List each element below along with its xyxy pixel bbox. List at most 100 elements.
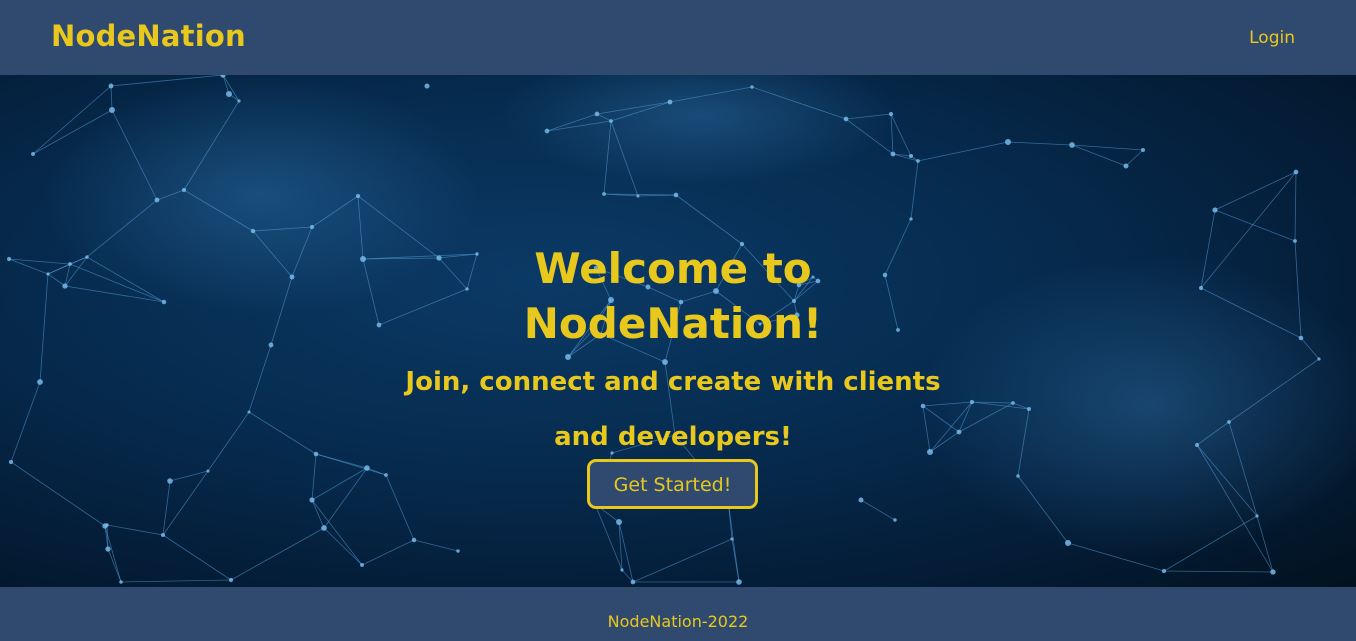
network-link — [884, 274, 899, 331]
navbar: NodeNation Login — [0, 0, 1356, 75]
network-node — [890, 151, 896, 157]
network-link — [107, 548, 122, 583]
network-node — [1293, 169, 1299, 175]
network-node — [268, 342, 274, 348]
network-link — [8, 258, 49, 275]
network-node — [1195, 443, 1199, 447]
network-link — [230, 527, 325, 581]
get-started-button[interactable]: Get Started! — [587, 459, 758, 509]
network-node — [102, 523, 108, 529]
network-node — [68, 262, 72, 266]
network-node — [1198, 285, 1204, 291]
network-node — [313, 451, 319, 457]
network-node — [364, 465, 370, 471]
network-node — [1227, 420, 1231, 424]
network-link — [1294, 171, 1297, 242]
network-link — [311, 453, 317, 501]
network-node — [31, 152, 35, 156]
network-node — [888, 111, 894, 117]
network-node — [376, 322, 382, 328]
network-node — [167, 478, 173, 484]
brand-logo[interactable]: NodeNation — [51, 16, 246, 56]
network-link — [323, 467, 368, 529]
network-node — [882, 272, 888, 278]
network-node — [908, 153, 914, 159]
network-link — [884, 218, 912, 276]
network-node — [436, 255, 442, 261]
network-link — [1007, 141, 1073, 146]
footer: NodeNation-2022 — [0, 587, 1356, 641]
network-node — [309, 224, 315, 230]
network-link — [917, 141, 1009, 162]
network-link — [385, 474, 415, 541]
network-node — [667, 99, 673, 105]
network-node — [160, 532, 166, 538]
network-link — [248, 411, 317, 455]
network-node — [602, 192, 606, 196]
network-node — [109, 107, 115, 113]
network-node — [1011, 401, 1015, 405]
network-node — [6, 256, 12, 262]
network-node — [384, 473, 388, 477]
network-node — [893, 518, 897, 522]
network-node — [250, 228, 256, 234]
network-node — [181, 187, 187, 193]
network-link — [106, 524, 164, 536]
network-link — [207, 411, 250, 472]
network-node — [119, 580, 123, 584]
network-link — [311, 467, 368, 501]
network-link — [378, 288, 468, 326]
network-node — [544, 128, 550, 134]
network-node — [620, 568, 624, 572]
network-node — [228, 577, 234, 583]
login-link[interactable]: Login — [1249, 26, 1295, 50]
network-node — [969, 399, 975, 405]
network-node — [1064, 539, 1072, 547]
network-node — [424, 83, 430, 89]
network-node — [1270, 569, 1276, 575]
network-node — [594, 111, 600, 117]
network-node — [630, 579, 636, 585]
network-node — [154, 197, 160, 203]
network-node — [62, 283, 68, 289]
network-link — [1214, 209, 1296, 242]
network-node — [309, 497, 315, 503]
network-node — [1212, 207, 1218, 213]
network-link — [1214, 171, 1297, 211]
network-node — [750, 85, 754, 89]
network-node — [105, 546, 111, 552]
network-link — [910, 160, 919, 220]
network-node — [206, 469, 210, 473]
network-link — [860, 499, 896, 521]
network-node — [8, 459, 14, 465]
network-node — [321, 525, 327, 531]
network-node — [736, 579, 742, 585]
hero-section: Welcome to NodeNation! Join, connect and… — [0, 75, 1356, 587]
network-link — [361, 539, 415, 566]
network-node — [456, 549, 460, 553]
network-link — [413, 539, 459, 552]
network-node — [1255, 514, 1259, 518]
network-link — [248, 344, 272, 413]
network-node — [1317, 357, 1321, 361]
hero-subtitle: Join, connect and create with clients an… — [405, 367, 941, 452]
network-node — [289, 274, 295, 280]
network-node — [1298, 335, 1304, 341]
network-link — [10, 461, 106, 527]
network-node — [37, 379, 43, 385]
network-node — [616, 519, 622, 525]
network-node — [411, 537, 417, 543]
network-node — [1004, 138, 1012, 146]
network-link — [1163, 570, 1274, 573]
hero-title: Welcome to NodeNation! — [523, 244, 823, 348]
network-link — [8, 258, 71, 265]
network-node — [161, 299, 167, 305]
network-node — [1123, 163, 1129, 169]
network-link — [323, 527, 363, 566]
network-node — [909, 217, 913, 221]
network-link — [162, 534, 232, 581]
network-node — [1140, 147, 1146, 153]
network-link — [120, 579, 232, 583]
network-node — [730, 537, 734, 541]
network-node — [858, 497, 864, 503]
